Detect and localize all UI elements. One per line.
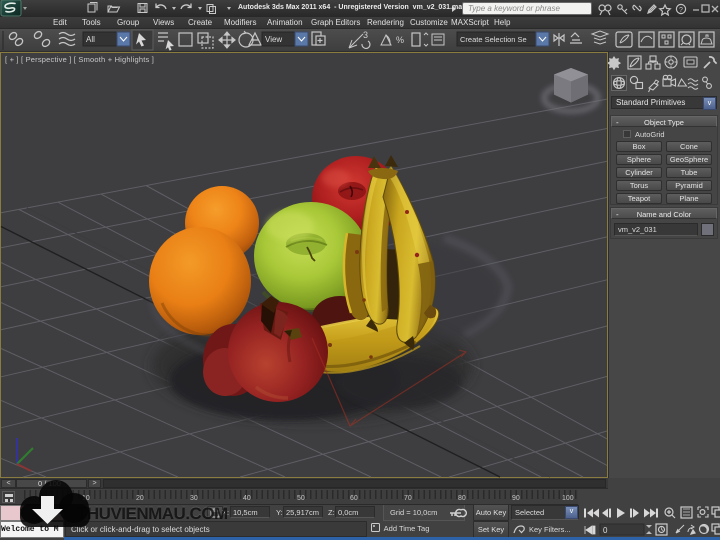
svg-text:0: 0 [603,526,608,535]
svg-text:Create Selection Se: Create Selection Se [460,35,527,44]
svg-text:3: 3 [363,30,368,40]
svg-text:View: View [265,35,282,44]
svg-text:%: % [396,35,404,45]
svg-text:?: ? [679,7,683,14]
svg-text:All: All [86,35,95,44]
